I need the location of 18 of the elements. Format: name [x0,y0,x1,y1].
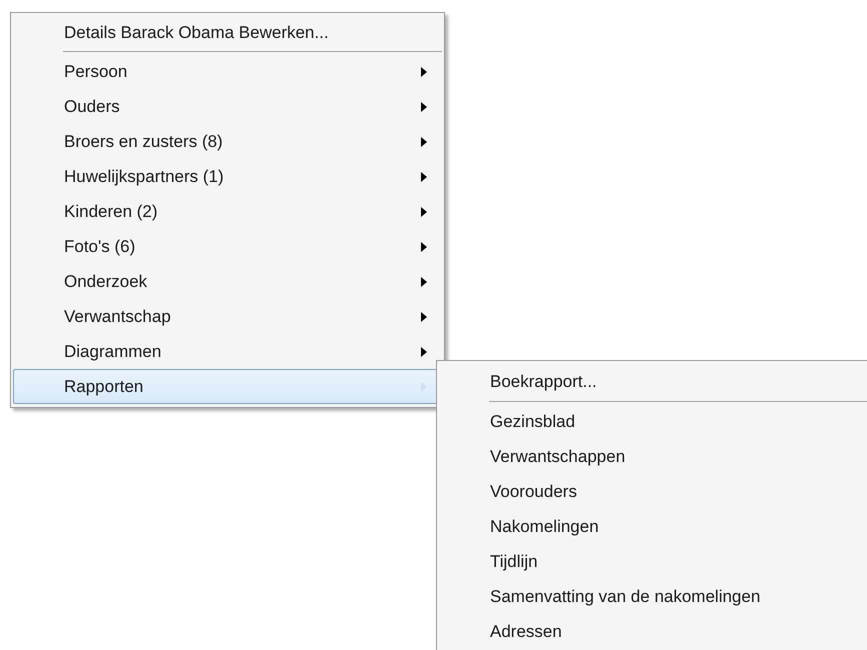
menu-item[interactable]: Verwantschap [13,299,442,334]
menu-item[interactable]: Gezinsblad [439,404,867,439]
menu-item[interactable]: Persoon [13,54,442,89]
menu-item[interactable]: Tijdlijn [439,544,867,579]
menu-item[interactable]: Kinderen (2) [13,194,442,229]
menu-item[interactable]: Huwelijkspartners (1) [13,159,442,194]
menu-item[interactable]: Onderzoek [13,264,442,299]
menu-item[interactable]: Details Barack Obama Bewerken... [13,16,442,49]
menu-item[interactable]: Verwantschappen [439,439,867,474]
menu-item[interactable]: Adressen [439,614,867,649]
menu-item[interactable]: Broers en zusters (8) [13,124,442,159]
menu-item[interactable]: Voorouders [439,474,867,509]
menu-item[interactable]: Foto's (6) [13,229,442,264]
menu-item[interactable]: Nakomelingen [439,509,867,544]
menu-item[interactable]: Ouders [13,89,442,124]
menu-item[interactable]: Diagrammen [13,334,442,369]
menu-item[interactable]: Boekrapport... [439,364,867,399]
menu-item[interactable]: Samenvatting van de nakomelingen [439,579,867,614]
